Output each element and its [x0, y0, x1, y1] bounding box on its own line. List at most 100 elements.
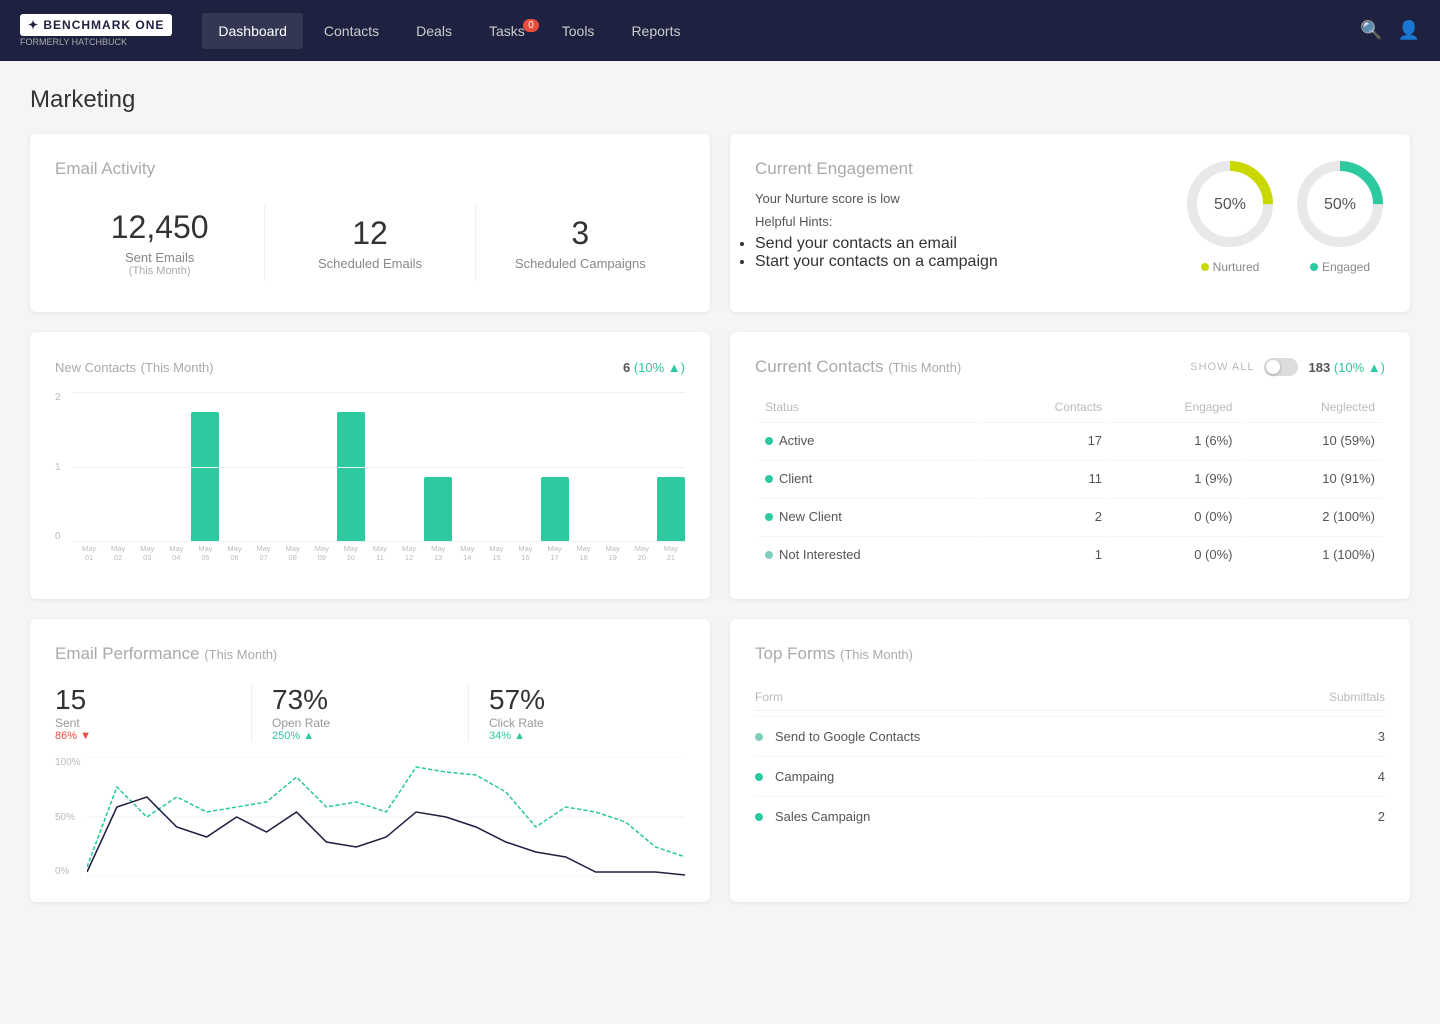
- col-engaged: Engaged: [1112, 394, 1240, 420]
- bar-label-2: May03: [133, 544, 161, 562]
- nav-deals[interactable]: Deals: [400, 13, 468, 49]
- cc-right: SHOW ALL 183 (10% ▲): [1190, 358, 1385, 376]
- scheduled-emails-stat: 12 Scheduled Emails: [264, 205, 474, 281]
- nav-tools[interactable]: Tools: [546, 13, 611, 49]
- col-status: Status: [757, 394, 981, 420]
- neglected-count: 1 (100%): [1242, 536, 1383, 572]
- form-name: Send to Google Contacts: [755, 729, 920, 744]
- list-item: Send to Google Contacts 3: [755, 716, 1385, 756]
- ep-click-change: 34% ▲: [489, 730, 665, 742]
- bar-label-10: May11: [366, 544, 394, 562]
- new-contacts-header: New Contacts (This Month) 6 (10% ▲): [55, 357, 685, 377]
- scheduled-campaigns-stat: 3 Scheduled Campaigns: [475, 205, 685, 281]
- engagement-score: Your Nurture score is low: [755, 191, 1185, 206]
- cc-title: Current Contacts (This Month): [755, 357, 961, 377]
- show-all-toggle[interactable]: [1264, 358, 1298, 376]
- hint-1: Send your contacts an email: [755, 235, 1185, 253]
- engagement-right: 50% Nurtured 50%: [1185, 159, 1385, 274]
- svg-text:50%: 50%: [1324, 196, 1356, 213]
- contacts-table-body: Active 17 1 (6%) 10 (59%) Client 11 1 (9…: [757, 422, 1383, 572]
- page-content: Marketing Email Activity 12,450 Sent Ema…: [0, 61, 1440, 947]
- show-all-label: SHOW ALL: [1190, 361, 1254, 373]
- new-contacts-card: New Contacts (This Month) 6 (10% ▲) 2 1 …: [30, 332, 710, 599]
- ep-line-chart: 100% 50% 0%: [55, 757, 685, 877]
- navigation: ✦ BENCHMARK ONE FORMERLY HATCHBUCK Dashb…: [0, 0, 1440, 61]
- engagement-title: Current Engagement: [755, 159, 1185, 179]
- nav-reports[interactable]: Reports: [615, 13, 696, 49]
- bar-label-11: May12: [395, 544, 423, 562]
- engaged-label: Engaged: [1295, 260, 1385, 274]
- bar-label-16: May17: [541, 544, 569, 562]
- ep-sent-label: Sent: [55, 716, 231, 730]
- line-chart-svg: [87, 757, 685, 877]
- ep-open-label: Open Rate: [272, 716, 448, 730]
- col-contacts: Contacts: [983, 394, 1110, 420]
- bar-label-1: May02: [104, 544, 132, 562]
- current-contacts-header: Current Contacts (This Month) SHOW ALL 1…: [755, 357, 1385, 377]
- nav-tasks[interactable]: Tasks 0: [473, 13, 541, 49]
- nurtured-donut: 50% Nurtured: [1185, 159, 1275, 274]
- ep-title: Email Performance (This Month): [55, 644, 685, 664]
- status-cell: New Client: [757, 498, 981, 534]
- engaged-count: 1 (9%): [1112, 460, 1240, 496]
- hint-2: Start your contacts on a campaign: [755, 253, 1185, 271]
- engaged-count: 0 (0%): [1112, 498, 1240, 534]
- row-1: Email Activity 12,450 Sent Emails (This …: [30, 134, 1410, 312]
- engaged-count: 1 (6%): [1112, 422, 1240, 458]
- tasks-badge: 0: [523, 19, 539, 32]
- scheduled-campaigns-label: Scheduled Campaigns: [476, 256, 685, 271]
- search-icon[interactable]: 🔍: [1360, 20, 1382, 41]
- up-arrow-icon: ▲: [303, 730, 314, 742]
- form-name: Sales Campaign: [755, 809, 870, 824]
- new-contacts-count: 6 (10% ▲): [623, 360, 685, 375]
- ep-y-50: 50%: [55, 812, 81, 823]
- sent-emails-stat: 12,450 Sent Emails (This Month): [55, 199, 264, 287]
- contacts-table-head: Status Contacts Engaged Neglected: [757, 394, 1383, 420]
- ep-open-count: 73%: [272, 684, 448, 716]
- logo: ✦ BENCHMARK ONE FORMERLY HATCHBUCK: [20, 14, 172, 47]
- current-engagement-card: Current Engagement Your Nurture score is…: [730, 134, 1410, 312]
- neglected-count: 10 (59%): [1242, 422, 1383, 458]
- bar-label-13: May14: [453, 544, 481, 562]
- email-activity-title: Email Activity: [55, 159, 685, 179]
- bar-label-5: May06: [220, 544, 248, 562]
- scheduled-campaigns-count: 3: [476, 215, 685, 252]
- bar-label-17: May18: [570, 544, 598, 562]
- contacts-count: 11: [983, 460, 1110, 496]
- form-submittals: 3: [1378, 729, 1385, 744]
- nav-contacts[interactable]: Contacts: [308, 13, 395, 49]
- ep-sent-count: 15: [55, 684, 231, 716]
- ep-stats: 15 Sent 86% ▼ 73% Open Rate 250% ▲ 57% C…: [55, 684, 685, 742]
- status-cell: Not Interested: [757, 536, 981, 572]
- cc-total: 183 (10% ▲): [1308, 360, 1385, 375]
- contacts-count: 2: [983, 498, 1110, 534]
- tf-rows: Send to Google Contacts 3 Campaing 4 Sal…: [755, 716, 1385, 836]
- engagement-hints-list: Send your contacts an email Start your c…: [755, 235, 1185, 271]
- tf-title: Top Forms (This Month): [755, 644, 1385, 664]
- neglected-count: 10 (91%): [1242, 460, 1383, 496]
- sent-sub: (This Month): [55, 265, 264, 277]
- current-contacts-card: Current Contacts (This Month) SHOW ALL 1…: [730, 332, 1410, 599]
- nav-dashboard[interactable]: Dashboard: [202, 13, 303, 49]
- list-item: Campaing 4: [755, 756, 1385, 796]
- user-icon[interactable]: 👤: [1398, 20, 1420, 41]
- tf-form-col: Form: [755, 690, 783, 704]
- page-title: Marketing: [30, 86, 1410, 114]
- bar-label-7: May08: [279, 544, 307, 562]
- nav-items: Dashboard Contacts Deals Tasks 0 Tools R…: [202, 13, 1360, 49]
- table-row: Not Interested 1 0 (0%) 1 (100%): [757, 536, 1383, 572]
- table-row: Client 11 1 (9%) 10 (91%): [757, 460, 1383, 496]
- new-contacts-title: New Contacts (This Month): [55, 357, 214, 377]
- list-item: Sales Campaign 2: [755, 796, 1385, 836]
- bar-label-12: May13: [424, 544, 452, 562]
- contacts-count: 17: [983, 422, 1110, 458]
- email-stats: 12,450 Sent Emails (This Month) 12 Sched…: [55, 199, 685, 287]
- email-performance-card: Email Performance (This Month) 15 Sent 8…: [30, 619, 710, 902]
- y-mid: 1: [55, 462, 61, 473]
- form-submittals: 2: [1378, 809, 1385, 824]
- nav-icons: 🔍 👤: [1360, 20, 1420, 41]
- y-max: 2: [55, 392, 61, 403]
- neglected-count: 2 (100%): [1242, 498, 1383, 534]
- form-submittals: 4: [1378, 769, 1385, 784]
- ep-open-rate: 73% Open Rate 250% ▲: [251, 684, 468, 742]
